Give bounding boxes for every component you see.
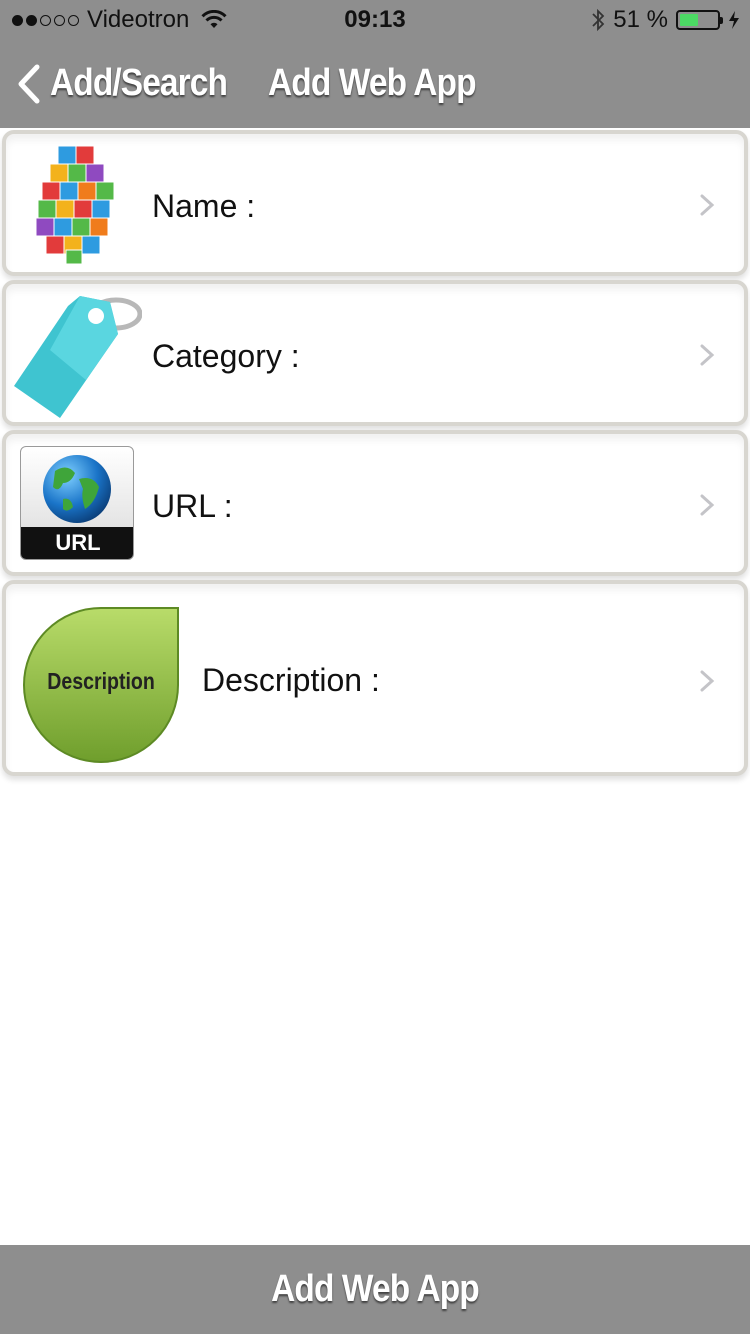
status-bar: Videotron 09:13 51 %: [0, 0, 750, 40]
url-globe-icon: URL: [20, 446, 134, 560]
url-icon-caption: URL: [21, 527, 133, 559]
bluetooth-icon: [592, 8, 605, 32]
row-url-label: URL :: [152, 488, 233, 524]
row-description-label: Description :: [202, 662, 380, 698]
description-icon-caption: Description: [47, 668, 155, 694]
status-right: 51 %: [591, 6, 740, 34]
app-cubes-icon: [35, 145, 115, 265]
chevron-left-icon: [18, 64, 40, 103]
top-bar: Videotron 09:13 51 % Add/Search Add Web …: [0, 0, 750, 128]
navigation-bar: Add/Search Add Web App: [0, 40, 750, 128]
row-category[interactable]: Category :: [2, 280, 748, 426]
back-button[interactable]: Add/Search: [16, 62, 251, 105]
page-title: Add Web App: [268, 62, 477, 104]
add-web-app-screen: Videotron 09:13 51 % Add/Search Add Web …: [0, 0, 750, 1334]
row-url[interactable]: URL URL :: [2, 430, 748, 576]
globe-icon: [43, 455, 111, 523]
chevron-right-icon: [700, 494, 715, 516]
add-web-app-button-label: Add Web App: [271, 1268, 480, 1310]
description-leaf-icon: Description: [22, 606, 180, 764]
chevron-right-icon: [700, 344, 715, 366]
add-web-app-button[interactable]: Add Web App: [0, 1245, 750, 1334]
charging-bolt-icon: [729, 11, 739, 29]
tag-icon: [14, 296, 142, 418]
row-description[interactable]: Description Description :: [2, 580, 748, 776]
battery-percentage: 51 %: [613, 6, 668, 33]
back-button-label: Add/Search: [50, 62, 228, 104]
battery-icon: [676, 10, 723, 30]
chevron-right-icon: [700, 670, 715, 692]
row-category-label: Category :: [152, 338, 300, 374]
row-name[interactable]: Name :: [2, 130, 748, 276]
chevron-right-icon: [700, 194, 715, 216]
row-name-label: Name :: [152, 188, 256, 224]
